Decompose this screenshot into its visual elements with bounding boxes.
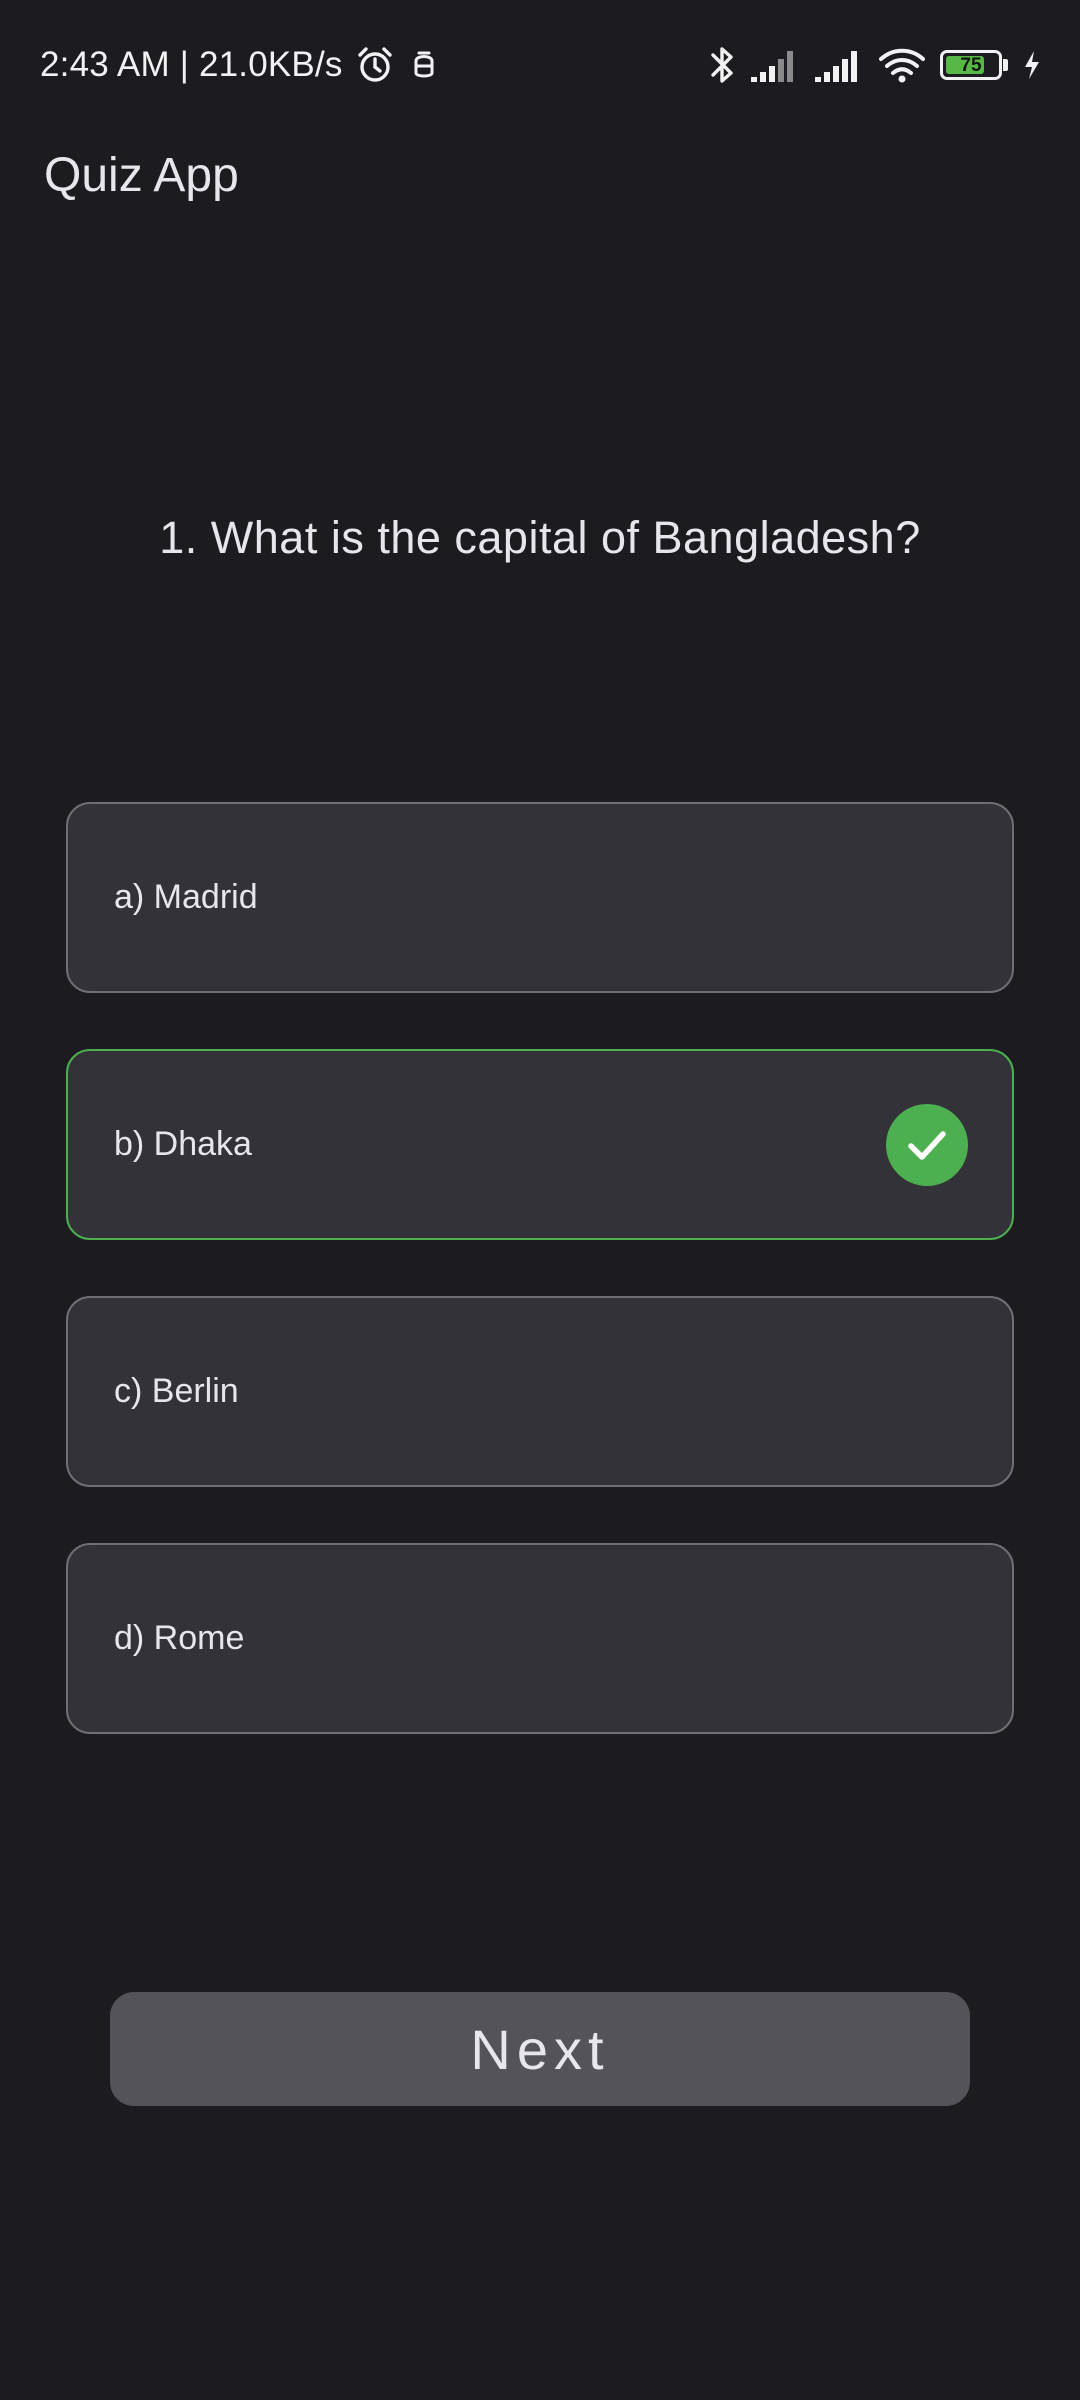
next-button[interactable]: Next (110, 1992, 970, 2106)
bluetooth-icon (710, 44, 736, 86)
option-c[interactable]: c) Berlin (66, 1296, 1014, 1487)
option-label: c) Berlin (114, 1372, 239, 1410)
check-icon (886, 1103, 968, 1186)
status-left: 2:43 AM | 21.0KB/s (40, 40, 441, 90)
battery-icon: 75 (940, 50, 1008, 80)
battery-nub (1003, 59, 1008, 71)
alarm-icon (355, 45, 395, 85)
option-a[interactable]: a) Madrid (66, 802, 1014, 993)
charging-icon (1022, 50, 1042, 80)
option-d[interactable]: d) Rome (66, 1543, 1014, 1734)
signal-icon (750, 47, 800, 83)
answer-options: a) Madrid b) Dhaka c) Berlin d) Rome (66, 802, 1014, 1790)
option-label: a) Madrid (114, 878, 258, 916)
question-text: 1. What is the capital of Bangladesh? (159, 512, 921, 563)
option-b[interactable]: b) Dhaka (66, 1049, 1014, 1240)
status-right: 75 (710, 40, 1042, 90)
option-label: b) Dhaka (114, 1125, 252, 1163)
status-time-network: 2:43 AM | 21.0KB/s (40, 45, 343, 84)
battery-body: 75 (940, 50, 1002, 80)
app-title: Quiz App (44, 149, 239, 202)
status-bar: 2:43 AM | 21.0KB/s 75 (0, 0, 1080, 130)
option-label: d) Rome (114, 1619, 245, 1657)
battery-level: 75 (960, 54, 982, 76)
wifi-icon (878, 45, 926, 85)
signal-icon (814, 47, 864, 83)
notification-icon (407, 47, 441, 83)
